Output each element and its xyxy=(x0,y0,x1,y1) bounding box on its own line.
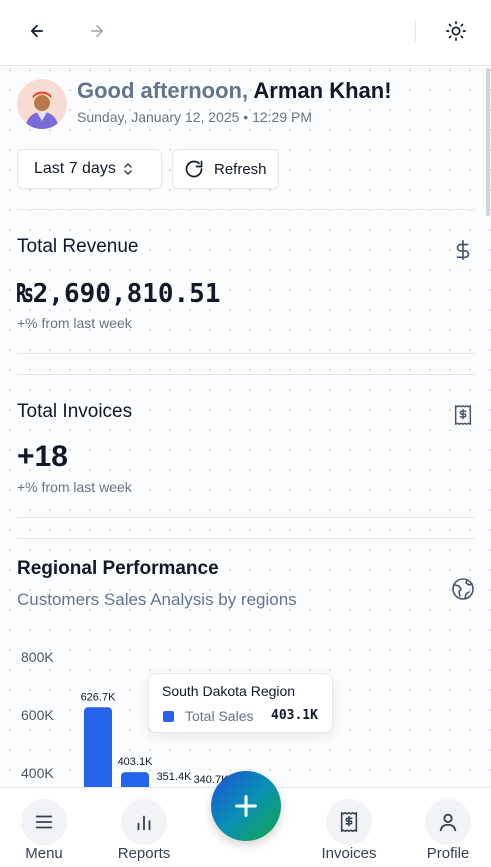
receipt-icon xyxy=(450,402,476,428)
nav-invoices[interactable]: Invoices xyxy=(309,788,389,867)
nav-profile[interactable]: Profile xyxy=(408,788,488,867)
chart-bar[interactable] xyxy=(84,707,112,790)
revenue-title: Total Revenue xyxy=(17,236,139,257)
divider xyxy=(415,20,416,42)
tooltip-value: 403.1K xyxy=(271,708,318,723)
invoices-value: +18 xyxy=(17,440,68,473)
bar-data-label: 351.4K xyxy=(157,771,193,783)
scrollbar-thumb[interactable] xyxy=(486,68,490,216)
nav-menu-label: Menu xyxy=(25,845,63,862)
nav-invoices-label: Invoices xyxy=(321,845,377,862)
regional-title: Regional Performance xyxy=(17,558,219,579)
divider xyxy=(17,353,475,354)
y-tick-label: 800K xyxy=(21,649,54,665)
y-tick-label: 600K xyxy=(21,707,54,723)
date-range-label: Last 7 days xyxy=(34,160,116,177)
top-bar xyxy=(0,0,491,66)
plus-icon xyxy=(235,795,257,817)
date-range-select[interactable]: Last 7 days xyxy=(17,149,162,189)
invoices-change: +% from last week xyxy=(17,479,132,495)
dollar-icon xyxy=(450,237,476,263)
sun-icon[interactable] xyxy=(443,18,469,44)
y-tick-label: 400K xyxy=(21,765,54,781)
tooltip-label: Total Sales xyxy=(185,708,254,724)
arrow-right-icon[interactable] xyxy=(84,18,110,44)
nav-profile-label: Profile xyxy=(426,845,470,862)
user-icon xyxy=(425,799,471,845)
greeting-name: Arman Khan! xyxy=(253,78,392,103)
greeting-heading: Good afternoon, Arman Khan! xyxy=(77,78,392,104)
avatar[interactable] xyxy=(17,79,67,129)
refresh-icon xyxy=(184,159,204,179)
invoices-title: Total Invoices xyxy=(17,401,133,422)
divider xyxy=(17,517,475,518)
bar-data-label: 403.1K xyxy=(118,756,154,768)
bar-chart-icon xyxy=(121,799,167,845)
greeting-salutation: Good afternoon, xyxy=(77,78,249,103)
refresh-button[interactable]: Refresh xyxy=(172,149,279,189)
current-datetime: Sunday, January 12, 2025 • 12:29 PM xyxy=(77,109,313,125)
menu-icon xyxy=(21,799,67,845)
nav-menu[interactable]: Menu xyxy=(4,788,84,867)
divider xyxy=(17,209,475,210)
tooltip-title: South Dakota Region xyxy=(162,683,296,699)
globe-icon[interactable] xyxy=(450,576,476,602)
revenue-change: +% from last week xyxy=(17,315,132,331)
arrow-left-icon[interactable] xyxy=(24,18,50,44)
bar-data-label: 626.7K xyxy=(81,691,117,703)
refresh-label: Refresh xyxy=(214,160,267,178)
chevron-up-down-icon xyxy=(122,161,134,177)
nav-reports[interactable]: Reports xyxy=(104,788,184,867)
divider xyxy=(17,374,475,375)
receipt-icon xyxy=(326,799,372,845)
nav-reports-label: Reports xyxy=(117,845,171,862)
regional-subtitle: Customers Sales Analysis by regions xyxy=(17,590,297,609)
divider xyxy=(17,538,475,539)
tooltip-swatch xyxy=(163,711,174,722)
chart-tooltip: South Dakota Region Total Sales 403.1K xyxy=(148,673,333,733)
add-button[interactable] xyxy=(211,771,281,841)
revenue-value: ₨2,690,810.51 xyxy=(17,279,221,309)
